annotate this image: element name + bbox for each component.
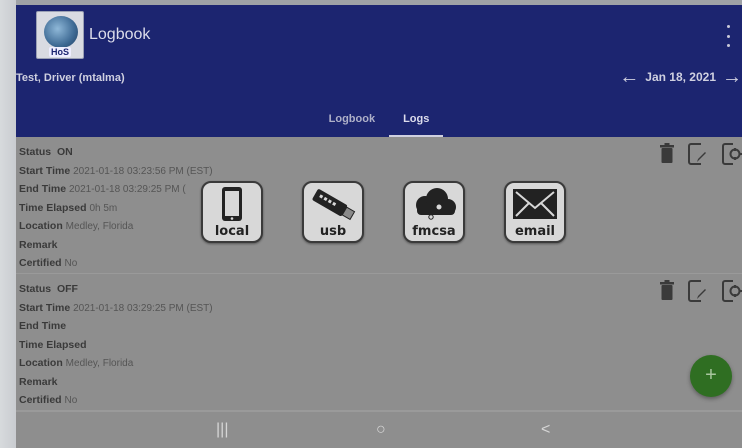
tablet-screen: HoS Logbook Test, Driver (mtalma) ← Jan … bbox=[16, 5, 742, 448]
certified-row: Certified No bbox=[19, 394, 78, 406]
status-row: Status OFF bbox=[19, 283, 78, 295]
edit-icon[interactable] bbox=[688, 143, 708, 165]
app-bar: HoS Logbook Test, Driver (mtalma) ← Jan … bbox=[16, 5, 742, 137]
current-date: Jan 18, 2021 bbox=[645, 70, 716, 84]
export-local-label: local bbox=[214, 224, 250, 239]
remark-row: Remark bbox=[19, 375, 58, 388]
tab-logs[interactable]: Logs bbox=[389, 105, 444, 137]
export-usb-button[interactable]: usb bbox=[302, 181, 364, 243]
export-options: local usb fmcsa email bbox=[201, 181, 566, 243]
system-nav-bar: ||| ○ < bbox=[16, 411, 742, 448]
start-time-row: Start Time 2021-01-18 03:23:56 PM (EST) bbox=[19, 164, 213, 177]
export-fmcsa-label: fmcsa bbox=[412, 224, 456, 239]
location-row: Location Medley, Florida bbox=[19, 357, 134, 369]
export-icon[interactable] bbox=[722, 280, 742, 302]
driver-name: Test, Driver (mtalma) bbox=[16, 72, 125, 84]
certified-row: Certified No bbox=[19, 257, 78, 269]
status-value: OFF bbox=[56, 283, 78, 295]
globe-icon bbox=[44, 16, 78, 48]
card-actions bbox=[660, 280, 742, 302]
export-email-button[interactable]: email bbox=[504, 181, 566, 243]
card-actions bbox=[660, 143, 742, 165]
overflow-menu-icon[interactable] bbox=[724, 25, 732, 47]
export-email-label: email bbox=[514, 224, 556, 239]
end-time-row: End Time bbox=[19, 320, 67, 332]
log-card[interactable]: Status OFF Start Time 2021-01-18 03:29:2… bbox=[16, 274, 742, 411]
recents-icon[interactable]: ||| bbox=[216, 420, 228, 440]
date-navigator: ← Jan 18, 2021 → bbox=[619, 67, 742, 87]
trash-icon[interactable] bbox=[660, 280, 674, 300]
back-icon[interactable]: < bbox=[541, 420, 550, 440]
status-row: Status ON bbox=[19, 146, 73, 158]
status-value: ON bbox=[56, 146, 73, 158]
edit-icon[interactable] bbox=[688, 280, 708, 302]
add-log-button[interactable]: + bbox=[690, 355, 732, 397]
export-usb-label: usb bbox=[319, 224, 347, 239]
home-icon[interactable]: ○ bbox=[376, 420, 386, 440]
export-local-button[interactable]: local bbox=[201, 181, 263, 243]
time-elapsed-row: Time Elapsed bbox=[19, 338, 87, 351]
tab-logbook[interactable]: Logbook bbox=[315, 105, 389, 137]
app-logo-text: HoS bbox=[49, 47, 71, 57]
start-time-row: Start Time 2021-01-18 03:29:25 PM (EST) bbox=[19, 301, 213, 314]
app-logo: HoS bbox=[36, 11, 84, 59]
previous-day-arrow-icon[interactable]: ← bbox=[619, 67, 639, 87]
trash-icon[interactable] bbox=[660, 143, 674, 163]
export-icon[interactable] bbox=[722, 143, 742, 165]
app-title: Logbook bbox=[89, 26, 151, 43]
next-day-arrow-icon[interactable]: → bbox=[722, 67, 742, 87]
tab-bar: Logbook Logs bbox=[16, 105, 742, 137]
export-fmcsa-button[interactable]: fmcsa bbox=[403, 181, 465, 243]
